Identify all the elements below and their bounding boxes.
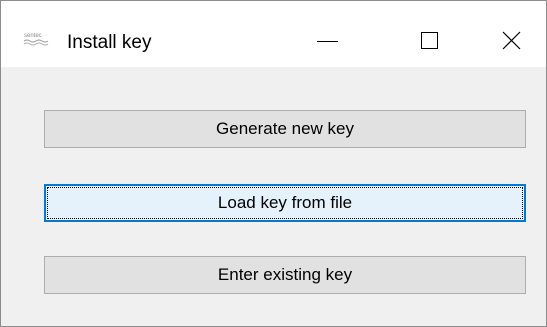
maximize-button[interactable] xyxy=(389,1,451,67)
generate-new-key-label: Generate new key xyxy=(216,119,354,138)
sentec-logo-text: sentec xyxy=(24,33,42,39)
dialog-content: Generate new key Load key from file Ente… xyxy=(1,67,546,326)
load-key-from-file-label: Load key from file xyxy=(217,193,353,212)
close-button[interactable] xyxy=(482,1,544,67)
close-icon xyxy=(502,31,521,50)
sentec-logo-icon: sentec xyxy=(23,33,49,46)
generate-new-key-button[interactable]: Generate new key xyxy=(44,110,526,148)
maximize-icon xyxy=(421,32,438,49)
install-key-window: sentec Install key Generate new key Load… xyxy=(0,0,547,327)
enter-existing-key-label: Enter existing key xyxy=(217,265,353,284)
minimize-button[interactable] xyxy=(296,1,358,67)
window-title: Install key xyxy=(67,32,152,53)
load-key-from-file-button[interactable]: Load key from file xyxy=(44,184,526,222)
title-bar[interactable]: sentec Install key xyxy=(1,1,546,67)
enter-existing-key-button[interactable]: Enter existing key xyxy=(44,256,526,294)
minimize-icon xyxy=(317,41,338,42)
